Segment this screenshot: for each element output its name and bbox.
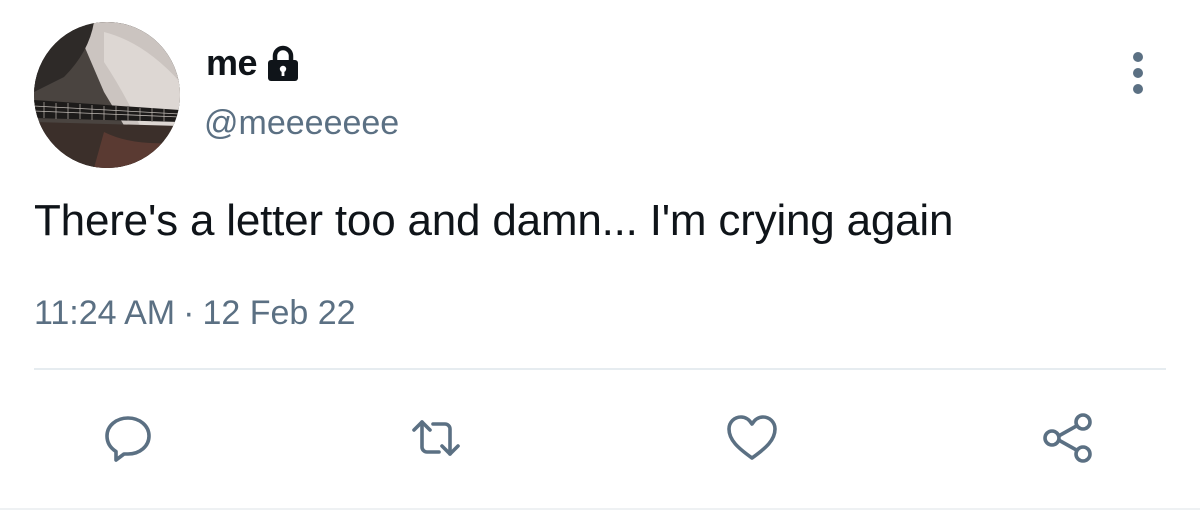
display-name[interactable]: me — [206, 42, 258, 84]
retweet-button[interactable] — [408, 410, 464, 466]
share-button[interactable] — [1040, 410, 1096, 466]
user-handle[interactable]: @meeeeeee — [204, 104, 399, 143]
like-button[interactable] — [724, 410, 780, 466]
reply-button[interactable] — [100, 410, 156, 466]
lock-icon — [266, 45, 300, 83]
heart-icon — [724, 412, 780, 464]
reply-icon — [102, 412, 154, 464]
user-name-row[interactable]: me — [206, 40, 300, 86]
tweet-date: 12 Feb 22 — [202, 294, 356, 332]
avatar-image — [34, 22, 180, 168]
more-vertical-icon[interactable] — [1124, 50, 1152, 96]
tweet-timestamp[interactable]: 11:24 AM · 12 Feb 22 — [34, 294, 356, 333]
divider — [34, 368, 1166, 370]
avatar[interactable] — [34, 22, 180, 168]
tweet-time: 11:24 AM — [34, 294, 176, 332]
share-icon — [1040, 410, 1096, 466]
separator-dot: · — [183, 294, 195, 332]
retweet-icon — [408, 410, 464, 466]
bottom-divider — [0, 508, 1200, 510]
tweet-text: There's a letter too and damn... I'm cry… — [34, 196, 954, 245]
